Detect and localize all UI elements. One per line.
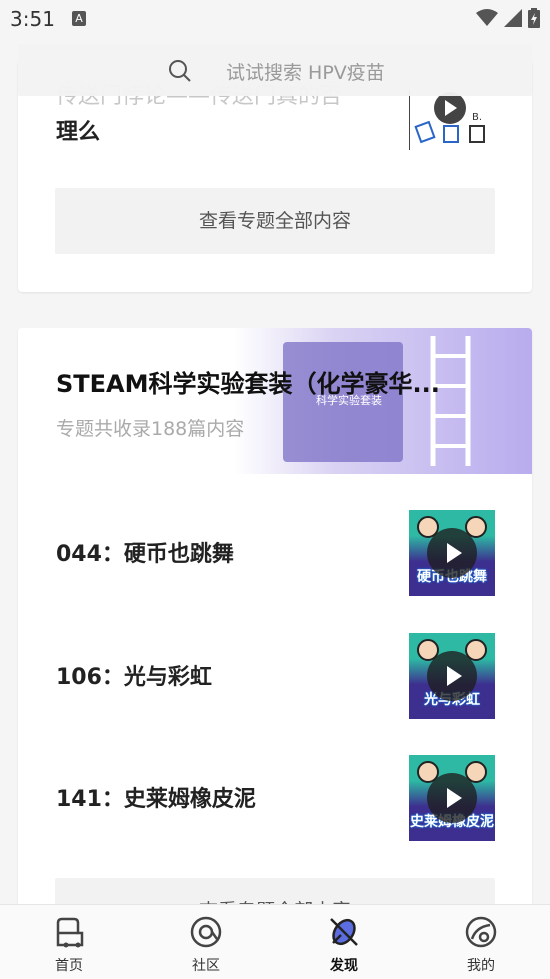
nav-label: 发现	[330, 958, 358, 974]
community-icon	[190, 916, 222, 948]
topic-title-line2: 理么	[56, 120, 101, 145]
notification-icon: A	[72, 11, 86, 26]
battery-icon	[528, 8, 540, 28]
topic-subtitle: 专题共收录188篇内容	[56, 418, 245, 440]
video-thumbnail[interactable]: 硬币也跳舞	[409, 510, 495, 596]
home-icon	[56, 917, 84, 948]
discover-icon	[330, 918, 358, 946]
status-time: 3:51	[10, 7, 55, 31]
topic-thumbnail[interactable]: B.	[409, 90, 495, 150]
search-bar[interactable]: 试试搜索 HPV疫苗	[18, 44, 532, 96]
video-thumbnail[interactable]: 史莱姆橡皮泥	[409, 755, 495, 841]
portal-sketch-icon: B.	[414, 92, 485, 144]
ladder-illustration	[430, 336, 471, 466]
list-item[interactable]: 044：硬币也跳舞 硬币也跳舞	[18, 508, 532, 598]
item-title: 044：硬币也跳舞	[56, 542, 234, 567]
bottom-nav: 首页 社区 发现 我的	[0, 904, 550, 979]
play-icon[interactable]	[427, 651, 477, 701]
nav-item-profile[interactable]: 我的	[426, 905, 536, 979]
search-icon	[169, 60, 191, 82]
status-indicators	[476, 8, 540, 28]
video-thumbnail[interactable]: 光与彩虹	[409, 633, 495, 719]
list-item[interactable]: 141：史莱姆橡皮泥 史莱姆橡皮泥	[18, 753, 532, 843]
search-placeholder: 试试搜索 HPV疫苗	[226, 62, 385, 84]
topic-card-steam: 科学实验套装 STEAM科学实验套装（化学豪华... 专题共收录188篇内容 0…	[18, 328, 532, 928]
play-icon[interactable]	[427, 773, 477, 823]
nav-item-discover[interactable]: 发现	[289, 905, 399, 979]
item-title: 141：史莱姆橡皮泥	[56, 787, 256, 812]
item-title: 106：光与彩虹	[56, 665, 212, 690]
wifi-icon	[476, 9, 498, 26]
nav-label: 社区	[192, 958, 220, 974]
topic-title: STEAM科学实验套装（化学豪华...	[56, 370, 440, 398]
profile-icon	[465, 916, 497, 948]
svg-text:B.: B.	[472, 112, 482, 123]
view-all-button[interactable]: 查看专题全部内容	[55, 188, 495, 254]
signal-icon	[504, 9, 522, 27]
status-bar: 3:51 A	[0, 0, 550, 38]
nav-label: 首页	[55, 958, 83, 974]
play-icon[interactable]	[427, 528, 477, 578]
topic-banner[interactable]: 科学实验套装 STEAM科学实验套装（化学豪华... 专题共收录188篇内容	[18, 328, 532, 474]
nav-item-home[interactable]: 首页	[14, 905, 124, 979]
list-item[interactable]: 106：光与彩虹 光与彩虹	[18, 631, 532, 721]
nav-label: 我的	[467, 958, 495, 974]
nav-item-community[interactable]: 社区	[151, 905, 261, 979]
